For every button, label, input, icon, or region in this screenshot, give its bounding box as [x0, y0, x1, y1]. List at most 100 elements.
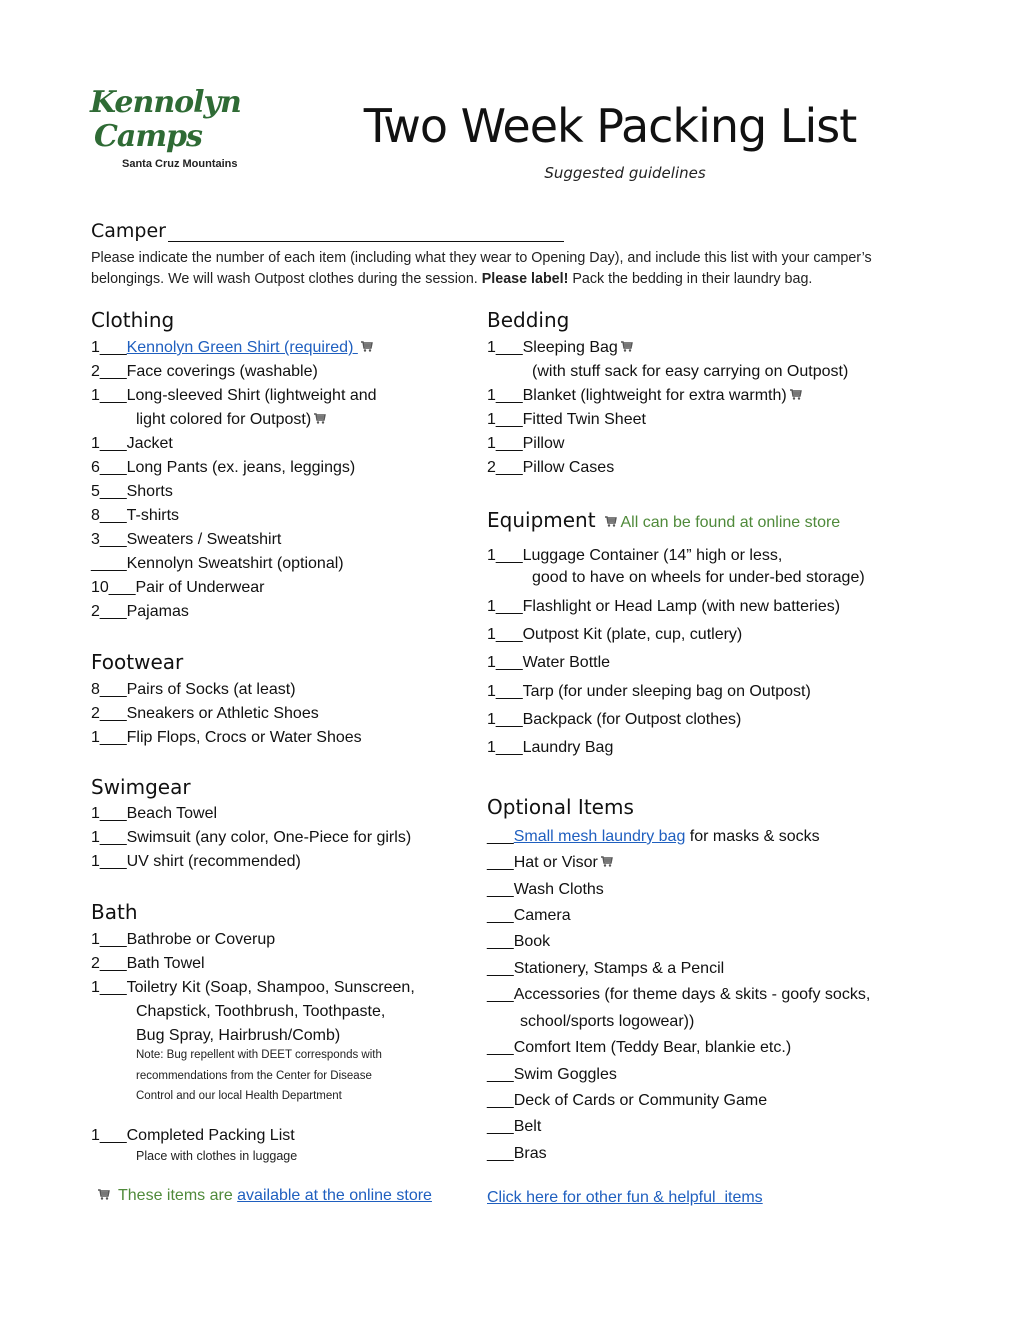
- item-link[interactable]: Kennolyn Green Shirt (required): [127, 339, 358, 356]
- item-quantity[interactable]: 1: [487, 682, 496, 702]
- item-quantity[interactable]: 1: [91, 434, 100, 454]
- list-item[interactable]: 1 ___ UV shirt (recommended): [91, 852, 301, 872]
- quantity-blank[interactable]: ___: [487, 906, 514, 926]
- item-quantity[interactable]: 1: [91, 728, 100, 748]
- quantity-blank[interactable]: ___: [496, 546, 523, 566]
- item-quantity[interactable]: 1: [91, 804, 100, 824]
- quantity-blank[interactable]: ___: [100, 602, 127, 622]
- item-quantity[interactable]: 1: [91, 930, 100, 950]
- list-item[interactable]: ___ Hat or Visor: [487, 853, 613, 873]
- item-quantity[interactable]: 2: [91, 362, 100, 382]
- list-item[interactable]: 1 ___ Jacket: [91, 434, 173, 454]
- quantity-blank[interactable]: ___: [496, 386, 523, 406]
- list-item[interactable]: 2 ___ Face coverings (washable): [91, 362, 318, 382]
- quantity-blank[interactable]: ___: [100, 1126, 127, 1146]
- list-item[interactable]: 1 ___ Backpack (for Outpost clothes): [487, 710, 741, 730]
- quantity-blank[interactable]: ___: [487, 853, 514, 873]
- list-item[interactable]: ___ Book: [487, 932, 550, 952]
- quantity-blank[interactable]: ___: [100, 704, 127, 724]
- quantity-blank[interactable]: ___: [487, 1144, 514, 1164]
- other-items-link[interactable]: Click here for other fun & helpful items: [487, 1188, 763, 1208]
- list-item[interactable]: 1 ___ Swimsuit (any color, One-Piece for…: [91, 828, 411, 848]
- quantity-blank[interactable]: ___: [100, 954, 127, 974]
- quantity-blank[interactable]: ___: [496, 738, 523, 758]
- quantity-blank[interactable]: ___: [100, 680, 127, 700]
- quantity-blank[interactable]: ___: [487, 932, 514, 952]
- quantity-blank[interactable]: ___: [496, 653, 523, 673]
- list-item[interactable]: 1 ___ Water Bottle: [487, 653, 610, 673]
- list-item[interactable]: 1 ___ Bathrobe or Coverup: [91, 930, 275, 950]
- quantity-blank[interactable]: ___: [100, 338, 127, 358]
- list-item[interactable]: ___ Accessories (for theme days & skits …: [487, 985, 870, 1005]
- quantity-blank[interactable]: ___: [487, 959, 514, 979]
- item-quantity[interactable]: 2: [487, 458, 496, 478]
- quantity-blank[interactable]: ___: [100, 482, 127, 502]
- quantity-blank[interactable]: ___: [100, 728, 127, 748]
- quantity-blank[interactable]: ___: [100, 804, 127, 824]
- item-quantity[interactable]: 1: [91, 828, 100, 848]
- quantity-blank[interactable]: ___: [496, 682, 523, 702]
- item-quantity[interactable]: 1: [487, 710, 496, 730]
- item-quantity[interactable]: 1: [487, 386, 496, 406]
- list-item[interactable]: 1 ___ Pillow: [487, 434, 564, 454]
- online-store-link[interactable]: available at the online store: [237, 1187, 432, 1204]
- list-item[interactable]: 2 ___ Sneakers or Athletic Shoes: [91, 704, 319, 724]
- quantity-blank[interactable]: ___: [496, 625, 523, 645]
- list-item[interactable]: ___ Small mesh laundry bag for masks & s…: [487, 827, 820, 847]
- list-item[interactable]: 1 ___ Laundry Bag: [487, 738, 613, 758]
- item-quantity[interactable]: 8: [91, 506, 100, 526]
- item-quantity[interactable]: 10: [91, 578, 109, 598]
- quantity-blank[interactable]: ___: [100, 434, 127, 454]
- list-item[interactable]: 1 ___ Beach Towel: [91, 804, 217, 824]
- item-quantity[interactable]: 2: [91, 704, 100, 724]
- item-quantity[interactable]: 1: [91, 338, 100, 358]
- quantity-blank[interactable]: ___: [487, 1117, 514, 1137]
- list-item[interactable]: 1 ___ Flashlight or Head Lamp (with new …: [487, 597, 840, 617]
- list-item[interactable]: 3 ___ Sweaters / Sweatshirt: [91, 530, 281, 550]
- item-quantity[interactable]: 1: [487, 338, 496, 358]
- list-item[interactable]: 8 ___ T-shirts: [91, 506, 179, 526]
- list-item[interactable]: ___ Camera: [487, 906, 571, 926]
- item-quantity[interactable]: 1: [91, 386, 100, 406]
- item-quantity[interactable]: 1: [487, 410, 496, 430]
- camper-field[interactable]: Camper: [91, 220, 564, 242]
- quantity-blank[interactable]: ___: [487, 1065, 514, 1085]
- list-item[interactable]: 1 ___ Tarp (for under sleeping bag on Ou…: [487, 682, 811, 702]
- list-item[interactable]: 2 ___ Pajamas: [91, 602, 189, 622]
- list-item[interactable]: ___ Comfort Item (Teddy Bear, blankie et…: [487, 1038, 791, 1058]
- item-link[interactable]: Small mesh laundry bag: [514, 828, 686, 845]
- item-quantity[interactable]: 1: [91, 978, 100, 998]
- list-item[interactable]: 1___ Kennolyn Green Shirt (required): [91, 338, 373, 358]
- item-quantity[interactable]: 5: [91, 482, 100, 502]
- list-item[interactable]: ___ Stationery, Stamps & a Pencil: [487, 959, 724, 979]
- item-quantity[interactable]: 1: [487, 653, 496, 673]
- quantity-blank[interactable]: ___: [100, 852, 127, 872]
- list-item[interactable]: 1 ___ Outpost Kit (plate, cup, cutlery): [487, 625, 742, 645]
- item-quantity[interactable]: 1: [487, 738, 496, 758]
- quantity-blank[interactable]: ___: [496, 458, 523, 478]
- list-item[interactable]: 10 ___ Pair of Underwear: [91, 578, 264, 598]
- quantity-blank[interactable]: ___: [100, 530, 127, 550]
- list-item[interactable]: 1 ___ Blanket (lightweight for extra war…: [487, 386, 802, 406]
- item-quantity[interactable]: 3: [91, 530, 100, 550]
- list-item[interactable]: 1 ___ Sleeping Bag: [487, 338, 633, 358]
- quantity-blank[interactable]: ___: [487, 985, 514, 1005]
- list-item[interactable]: 1 ___ Luggage Container (14” high or les…: [487, 546, 782, 566]
- list-item[interactable]: 8 ___ Pairs of Socks (at least): [91, 680, 296, 700]
- list-item[interactable]: 1 ___ Flip Flops, Crocs or Water Shoes: [91, 728, 362, 748]
- quantity-blank[interactable]: ___: [109, 578, 136, 598]
- item-quantity[interactable]: 1: [487, 597, 496, 617]
- quantity-blank[interactable]: ___: [100, 978, 127, 998]
- list-item[interactable]: ___ Swim Goggles: [487, 1065, 617, 1085]
- quantity-blank[interactable]: ___: [496, 710, 523, 730]
- quantity-blank[interactable]: ___: [100, 386, 127, 406]
- item-quantity[interactable]: 6: [91, 458, 100, 478]
- item-quantity[interactable]: 2: [91, 954, 100, 974]
- list-item[interactable]: 1 ___ Completed Packing List: [91, 1126, 295, 1146]
- quantity-blank[interactable]: ___: [496, 434, 523, 454]
- list-item[interactable]: ___ Wash Cloths: [487, 880, 604, 900]
- quantity-blank[interactable]: ___: [496, 338, 523, 358]
- quantity-blank[interactable]: ___: [100, 362, 127, 382]
- list-item[interactable]: ____ Kennolyn Sweatshirt (optional): [91, 554, 344, 574]
- list-item[interactable]: 1 ___ Fitted Twin Sheet: [487, 410, 646, 430]
